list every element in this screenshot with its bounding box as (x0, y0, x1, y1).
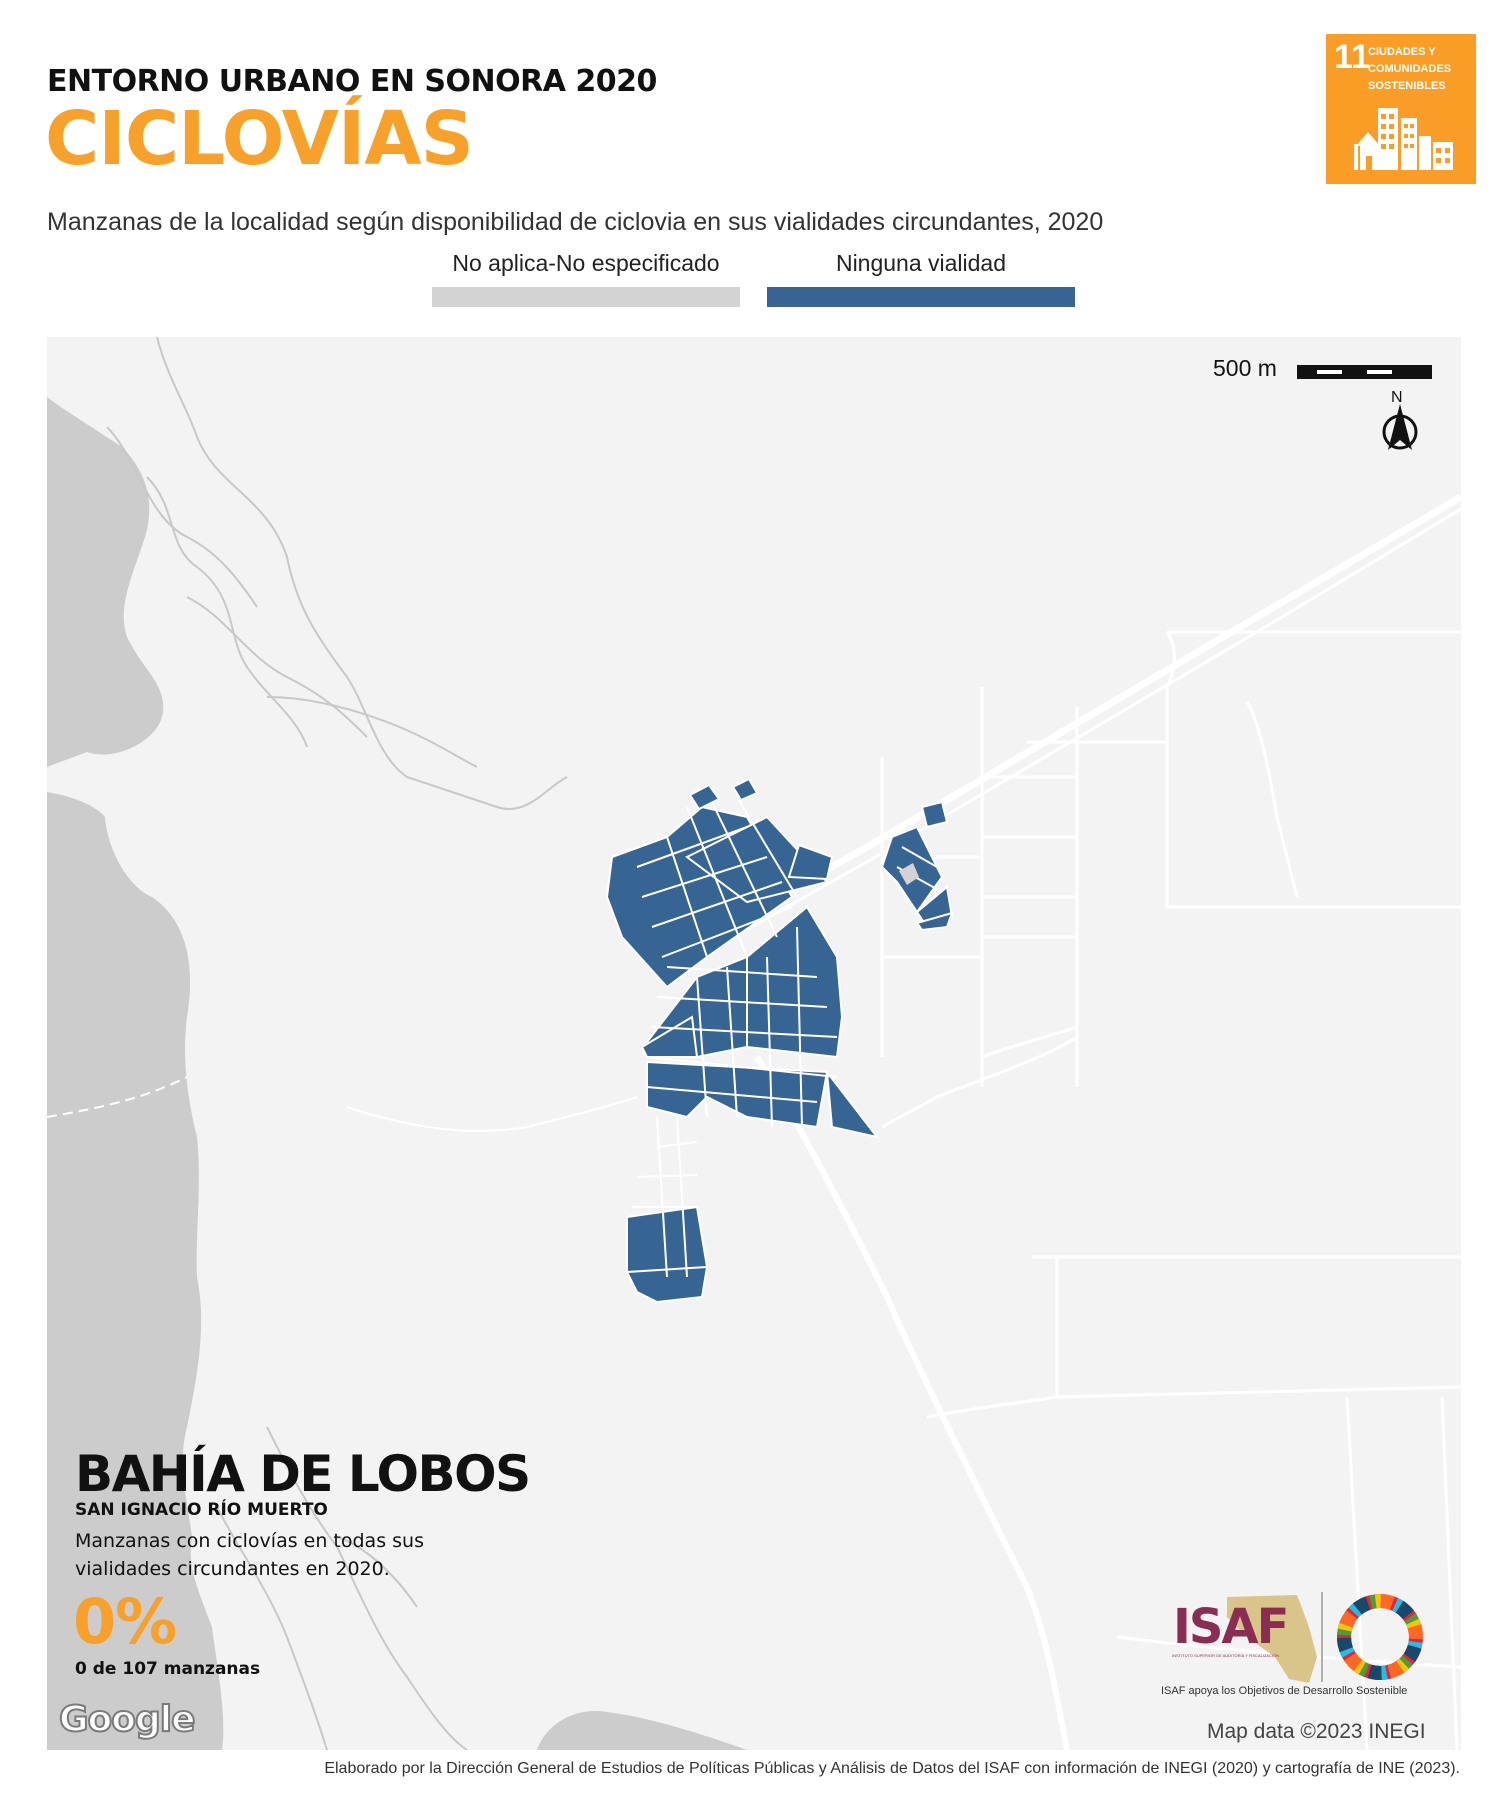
scale-bar (1297, 365, 1432, 379)
legend-item-ninguna: Ninguna vialidad (767, 250, 1075, 307)
page-title: CICLOVÍAS (45, 96, 474, 182)
stat-count: 0 de 107 manzanas (75, 1659, 261, 1679)
municipality-name: SAN IGNACIO RÍO MUERTO (75, 1500, 328, 1520)
stat-description: Manzanas con ciclovías en todas sus vial… (75, 1530, 424, 1580)
legend-label: No aplica-No especificado (452, 250, 720, 276)
locality-name: BAHÍA DE LOBOS (75, 1445, 531, 1503)
sdg-number: 11 (1334, 38, 1370, 76)
google-logo: Google (58, 1698, 197, 1741)
isaf-tagline: ISAF apoya los Objetivos de Desarrollo S… (1161, 1685, 1408, 1697)
map-attribution: Map data ©2023 INEGI (1207, 1720, 1426, 1743)
stat-value: 0% (73, 1585, 177, 1658)
legend-swatch-gray (432, 287, 740, 307)
block-northeast-top (920, 800, 949, 829)
sdg-text: CIUDADES Y COMUNIDADES SOSTENIBLES (1368, 46, 1452, 92)
scale-label: 500 m (1213, 355, 1277, 381)
legend-label: Ninguna vialidad (835, 250, 1007, 276)
isaf-logo: ISAF (1173, 1599, 1289, 1655)
footer-credit: Elaborado por la Dirección General de Es… (324, 1760, 1460, 1777)
legend-item-no-aplica: No aplica-No especificado (432, 250, 740, 307)
legend-swatch-blue (767, 287, 1075, 307)
city-buildings-icon (1354, 108, 1453, 170)
super-title: ENTORNO URBANO EN SONORA 2020 (47, 64, 657, 99)
map-frame[interactable]: 500 m N BAHÍA DE LOBOS SAN IGNACIO RÍO M… (47, 337, 1461, 1750)
isaf-subtext: INSTITUTO SUPERIOR DE AUDITORÍA Y FISCAL… (1172, 1653, 1280, 1658)
north-label: N (1391, 389, 1403, 406)
sdg-11-badge: 11 CIUDADES Y COMUNIDADES SOSTENIBLES (1326, 34, 1476, 184)
map-subtitle: Manzanas de la localidad según disponibi… (47, 208, 1104, 236)
